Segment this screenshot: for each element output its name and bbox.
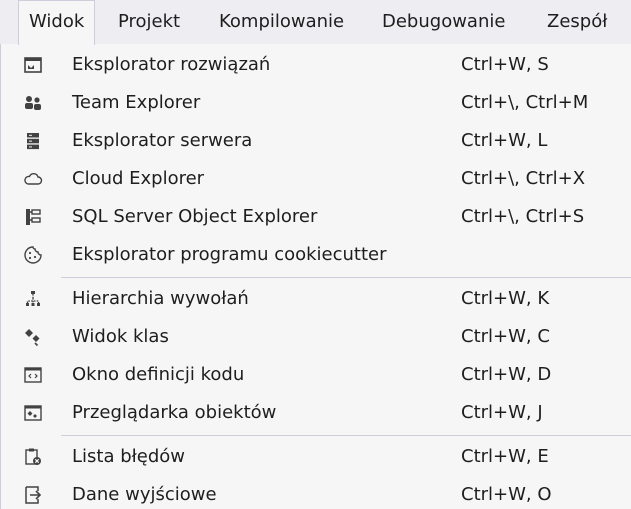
menu-item-class-view[interactable]: Widok klas Ctrl+W, C xyxy=(1,318,631,356)
menu-item-label: Team Explorer xyxy=(72,92,201,113)
menu-projekt[interactable]: Projekt xyxy=(108,0,190,44)
menu-item-team-explorer[interactable]: Team Explorer Ctrl+\, Ctrl+M xyxy=(1,84,631,122)
menu-item-label: Przeglądarka obiektów xyxy=(72,402,277,423)
menu-item-label: Eksplorator rozwiązań xyxy=(72,54,271,75)
menu-item-shortcut: Ctrl+W, L xyxy=(461,130,548,151)
object-browser-icon xyxy=(23,403,43,423)
menu-item-label: Eksplorator serwera xyxy=(72,130,253,151)
menu-item-label: Lista błędów xyxy=(72,446,185,467)
menu-zespol[interactable]: Zespół xyxy=(537,0,617,44)
server-explorer-icon xyxy=(23,131,43,151)
menu-bar: Widok Projekt Kompilowanie Debugowanie Z… xyxy=(0,0,631,45)
menu-item-error-list[interactable]: Lista błędów Ctrl+W, E xyxy=(1,438,631,476)
menu-item-label: Widok klas xyxy=(72,326,169,347)
menu-item-shortcut: Ctrl+W, S xyxy=(461,54,549,75)
menu-separator xyxy=(61,277,631,278)
menu-item-call-hierarchy[interactable]: Hierarchia wywołań Ctrl+W, K xyxy=(1,280,631,318)
code-definition-icon xyxy=(23,365,43,385)
menu-item-shortcut: Ctrl+W, E xyxy=(461,446,549,467)
sql-server-object-explorer-icon xyxy=(23,207,43,227)
menu-item-label: Dane wyjściowe xyxy=(72,484,217,505)
output-icon xyxy=(23,485,43,505)
menu-item-label: Cloud Explorer xyxy=(72,168,205,189)
menu-debugowanie[interactable]: Debugowanie xyxy=(372,0,515,44)
menu-item-label: Hierarchia wywołań xyxy=(72,288,249,309)
menu-item-code-definition-window[interactable]: Okno definicji kodu Ctrl+W, D xyxy=(1,356,631,394)
menu-item-label: SQL Server Object Explorer xyxy=(72,206,318,227)
menu-item-shortcut: Ctrl+W, C xyxy=(461,326,550,347)
cloud-icon xyxy=(23,169,43,189)
menu-item-shortcut: Ctrl+W, D xyxy=(461,364,552,385)
menu-item-shortcut: Ctrl+W, K xyxy=(461,288,550,309)
cookie-icon xyxy=(23,245,43,265)
menu-item-server-explorer[interactable]: Eksplorator serwera Ctrl+W, L xyxy=(1,122,631,160)
menu-item-output[interactable]: Dane wyjściowe Ctrl+W, O xyxy=(1,476,631,509)
error-list-icon xyxy=(23,447,43,467)
menu-item-cookiecutter-explorer[interactable]: Eksplorator programu cookiecutter xyxy=(1,236,631,274)
menu-widok[interactable]: Widok xyxy=(18,0,96,45)
menu-item-object-browser[interactable]: Przeglądarka obiektów Ctrl+W, J xyxy=(1,394,631,432)
class-view-icon xyxy=(23,327,43,347)
menu-item-solution-explorer[interactable]: Eksplorator rozwiązań Ctrl+W, S xyxy=(1,46,631,84)
menu-item-sql-server-object-explorer[interactable]: SQL Server Object Explorer Ctrl+\, Ctrl+… xyxy=(1,198,631,236)
menu-item-shortcut: Ctrl+\, Ctrl+M xyxy=(461,92,589,113)
menu-item-shortcut: Ctrl+W, O xyxy=(461,484,552,505)
menu-kompilowanie[interactable]: Kompilowanie xyxy=(209,0,354,44)
menu-item-shortcut: Ctrl+W, J xyxy=(461,402,543,423)
call-hierarchy-icon xyxy=(23,289,43,309)
menu-item-shortcut: Ctrl+\, Ctrl+S xyxy=(461,206,585,227)
menu-item-shortcut: Ctrl+\, Ctrl+X xyxy=(461,168,586,189)
menu-item-label: Okno definicji kodu xyxy=(72,364,245,385)
team-explorer-icon xyxy=(23,93,43,113)
menu-item-cloud-explorer[interactable]: Cloud Explorer Ctrl+\, Ctrl+X xyxy=(1,160,631,198)
widok-dropdown-menu: Eksplorator rozwiązań Ctrl+W, S Team Exp… xyxy=(0,44,631,509)
menu-item-label: Eksplorator programu cookiecutter xyxy=(72,244,387,265)
solution-explorer-icon xyxy=(23,55,43,75)
menu-separator xyxy=(61,435,631,436)
